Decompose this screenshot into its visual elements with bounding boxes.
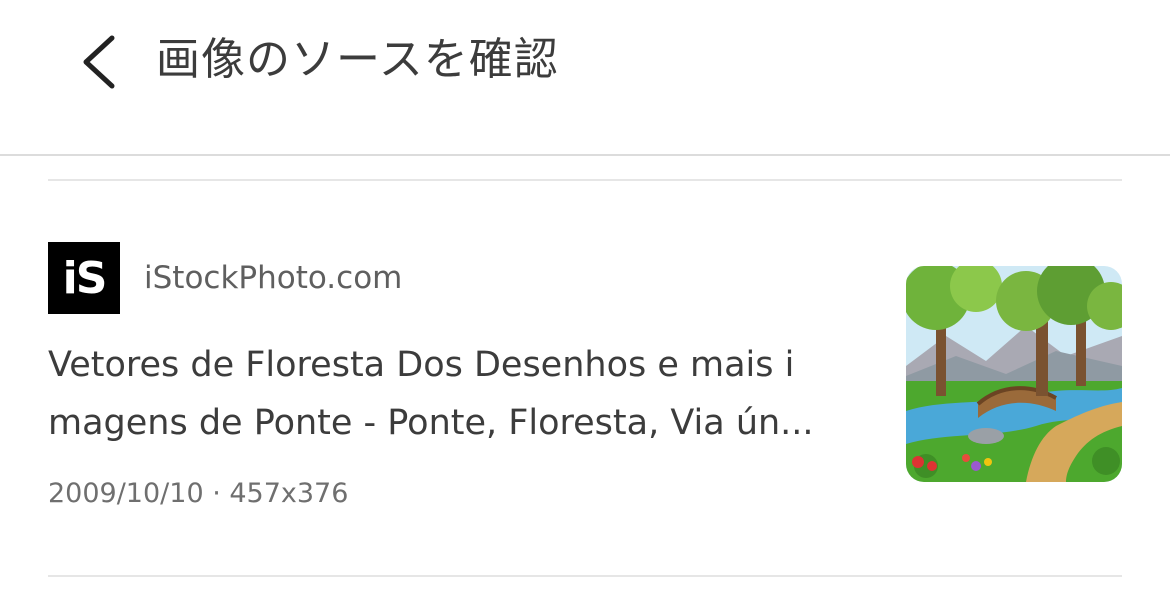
divider: [48, 575, 1122, 577]
header-bar: 画像のソースを確認: [0, 0, 1170, 156]
result-title-line-2: magens de Ponte - Ponte, Floresta, Via ú…: [48, 403, 814, 443]
result-title-line-1: Vetores de Floresta Dos Desenhos e mais …: [48, 345, 795, 385]
page: 画像のソースを確認 iS iStockPhoto.com Vetores de …: [0, 0, 1170, 598]
source-domain: iStockPhoto.com: [144, 260, 403, 296]
source-logo: iS: [48, 242, 120, 314]
forest-bridge-image: [906, 266, 1122, 482]
chevron-left-icon: [83, 35, 115, 89]
source-result-item[interactable]: iS iStockPhoto.com Vetores de Floresta D…: [48, 240, 1122, 530]
result-title-link[interactable]: Vetores de Floresta Dos Desenhos e mais …: [48, 336, 848, 452]
source-logo-text: iS: [62, 252, 108, 304]
page-title: 画像のソースを確認: [156, 34, 559, 85]
result-meta: 2009/10/10 · 457x376: [48, 478, 349, 509]
back-button[interactable]: [70, 28, 134, 92]
divider: [48, 179, 1122, 181]
result-thumbnail[interactable]: [906, 266, 1122, 482]
